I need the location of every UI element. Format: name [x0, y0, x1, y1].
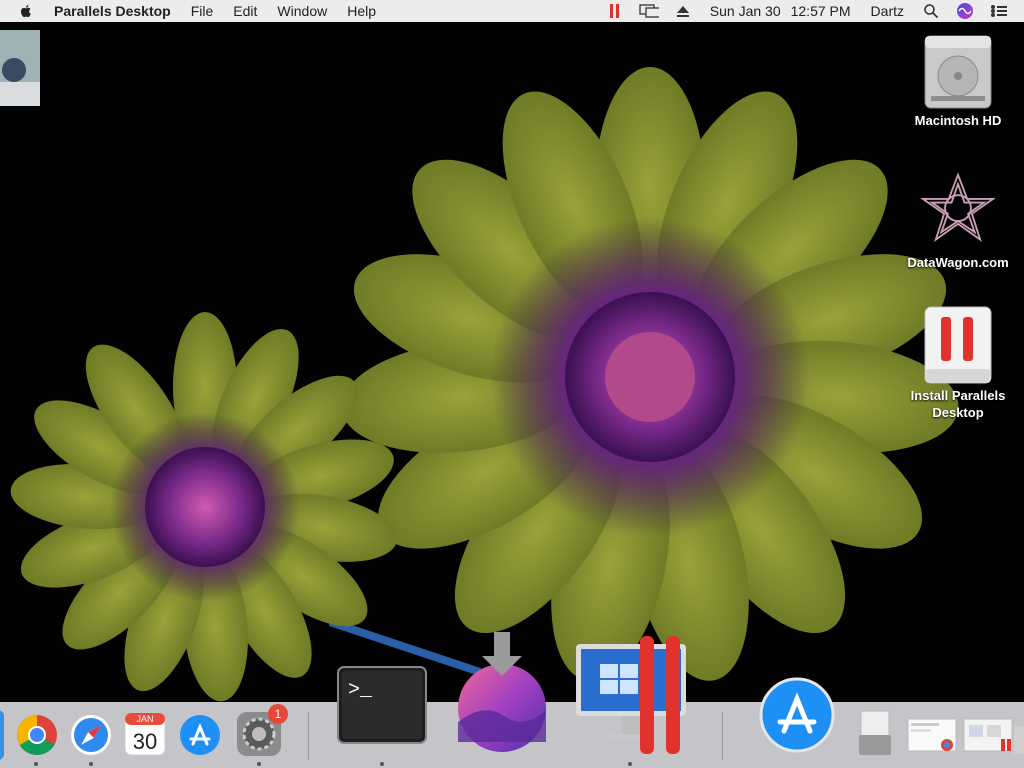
eject-icon[interactable] — [673, 3, 693, 19]
dock-separator — [722, 712, 723, 760]
terminal-prompt: >_ — [348, 679, 373, 702]
running-indicator — [380, 762, 384, 766]
siri-icon[interactable] — [955, 3, 975, 19]
system-preferences-icon[interactable]: 1 — [234, 704, 288, 760]
user-menu[interactable]: Dartz — [871, 3, 904, 19]
install-macos-monterey-icon[interactable] — [454, 632, 550, 754]
parallels-installer-icon — [921, 305, 995, 385]
safari-icon[interactable] — [68, 710, 114, 760]
dock: JAN 30 1 >_ — [0, 632, 1024, 768]
running-indicator — [628, 762, 632, 766]
desktop-icon-install-parallels[interactable]: Install Parallels Desktop — [903, 305, 1013, 421]
display-mirroring-icon[interactable] — [639, 3, 659, 19]
desktop-icon-label: DataWagon.com — [907, 255, 1009, 270]
running-indicator — [89, 762, 93, 766]
window-thumbnail-icon[interactable] — [906, 714, 958, 756]
calendar-icon[interactable]: JAN 30 — [122, 708, 168, 760]
window-menu[interactable]: Window — [277, 3, 327, 19]
preview-icon[interactable] — [852, 708, 898, 760]
help-menu[interactable]: Help — [347, 3, 376, 19]
running-indicator — [257, 762, 261, 766]
parallels-status-icon[interactable] — [605, 3, 625, 19]
finder-icon[interactable] — [0, 710, 4, 760]
menu-bar: Parallels Desktop File Edit Window Help … — [0, 0, 1024, 22]
apple-icon[interactable] — [18, 3, 34, 19]
app-store-icon[interactable] — [176, 710, 224, 760]
hard-drive-icon — [921, 30, 995, 110]
control-center-icon[interactable] — [989, 3, 1009, 19]
search-icon[interactable] — [921, 3, 941, 19]
dock-separator — [308, 712, 309, 760]
trash-icon[interactable] — [1014, 720, 1024, 756]
desktop-icon-label: Macintosh HD — [914, 113, 1002, 128]
desktop-wallpaper — [0, 22, 1024, 702]
datawagon-logo-icon — [921, 168, 995, 252]
desktop-icon-label: Install Parallels Desktop — [910, 388, 1006, 420]
running-indicator — [34, 762, 38, 766]
desktop-photo-thumbnail[interactable] — [0, 30, 40, 106]
window-thumbnail-icon[interactable] — [962, 714, 1014, 756]
chrome-icon[interactable] — [14, 710, 60, 760]
app-store-installer-icon[interactable] — [758, 668, 836, 754]
desktop-icon-macintosh-hd[interactable]: Macintosh HD — [903, 30, 1013, 129]
desktop-icon-datawagon[interactable]: DataWagon.com — [903, 168, 1013, 271]
notification-badge: 1 — [268, 704, 288, 724]
app-menu[interactable]: Parallels Desktop — [54, 3, 171, 19]
parallels-desktop-icon[interactable] — [572, 636, 692, 758]
calendar-month: JAN — [136, 714, 153, 724]
terminal-icon[interactable]: >_ — [336, 664, 428, 746]
file-menu[interactable]: File — [191, 3, 214, 19]
calendar-day: 30 — [133, 729, 157, 754]
time-display[interactable]: 12:57 PM — [791, 3, 851, 19]
edit-menu[interactable]: Edit — [233, 3, 257, 19]
date-display[interactable]: Sun Jan 30 — [710, 3, 781, 19]
